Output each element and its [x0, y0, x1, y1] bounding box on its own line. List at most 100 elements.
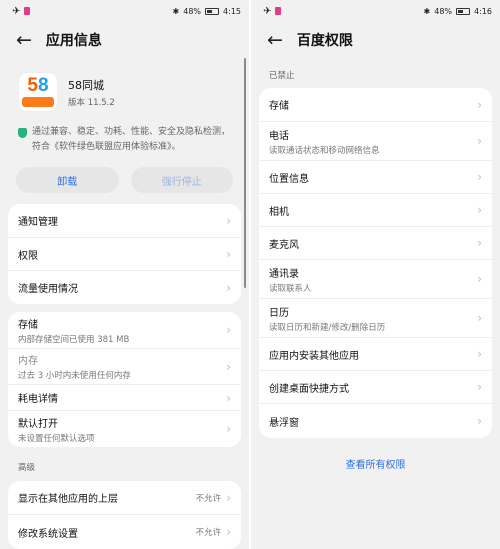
storage-row[interactable]: 存储 内部存储空间已使用 381 MB ›	[8, 312, 241, 349]
notification-settings-label: 通知管理	[18, 217, 58, 228]
memory-label: 内存	[18, 356, 38, 367]
back-arrow-icon[interactable]: ←	[16, 30, 32, 50]
permission-sub: 读取日历和新建/修改/删除日历	[269, 322, 386, 333]
airplane-icon: ✈	[263, 5, 272, 17]
permission-row-microphone[interactable]: 麦克风 ›	[259, 227, 492, 260]
usage-card: 存储 内部存储空间已使用 381 MB › 内存 过去 3 小时内未使用任何内存…	[8, 312, 241, 447]
modify-settings-row[interactable]: 修改系统设置 不允许 ›	[8, 515, 241, 549]
bluetooth-icon: ✱	[172, 6, 180, 16]
chevron-right-icon: ›	[226, 359, 231, 374]
permission-sub: 读取联系人	[269, 283, 312, 294]
scrollbar[interactable]	[244, 58, 246, 288]
page-title: 应用信息	[45, 33, 102, 49]
notification-settings-row[interactable]: 通知管理 ›	[8, 204, 241, 238]
certification-note: 通过兼容、稳定、功耗、性能、安全及隐私检测，符合《软件绿色联盟应用体验标准》。	[0, 112, 249, 155]
permissions-pane: ✈ ✱ 48% 4:16 ← 百度权限 已禁止 存储 › 电话 读取通话状态和移…	[251, 0, 500, 549]
memory-row[interactable]: 内存 过去 3 小时内未使用任何内存 ›	[8, 349, 241, 385]
back-arrow-icon[interactable]: ←	[267, 30, 283, 50]
overlay-permission-label: 显示在其他应用的上层	[18, 494, 118, 505]
permission-label: 相机	[269, 206, 289, 218]
title-bar: ← 应用信息	[0, 22, 249, 58]
chevron-right-icon: ›	[477, 380, 482, 394]
default-open-row[interactable]: 默认打开 未设置任何默认选项 ›	[8, 411, 241, 447]
battery-icon	[456, 7, 471, 15]
permission-row-shortcuts[interactable]: 创建桌面快捷方式 ›	[259, 371, 492, 404]
battery-percent: 48%	[434, 6, 453, 16]
permission-row-floating-window[interactable]: 悬浮窗 ›	[259, 404, 492, 438]
forbidden-section-label: 已禁止	[269, 71, 295, 81]
storage-sub: 内部存储空间已使用 381 MB	[18, 334, 130, 345]
permission-label: 存储	[269, 101, 289, 112]
chevron-right-icon: ›	[226, 390, 231, 405]
forbidden-permissions-card: 存储 › 电话 读取通话状态和移动网络信息 › 位置信息 › 相机 › 麦克风 …	[259, 88, 492, 438]
permission-row-storage[interactable]: 存储 ›	[259, 88, 492, 122]
advanced-section-label: 高级	[18, 463, 36, 473]
app-header: 58 58同城 版本 11.5.2	[0, 58, 249, 112]
chevron-right-icon: ›	[226, 280, 231, 295]
uninstall-button[interactable]: 卸载	[16, 167, 119, 193]
battery-percent: 48%	[183, 6, 202, 16]
permission-label: 应用内安装其他应用	[269, 350, 359, 362]
airplane-icon: ✈	[12, 5, 21, 17]
chevron-right-icon: ›	[226, 490, 231, 505]
battery-detail-row[interactable]: 耗电详情 ›	[8, 385, 241, 411]
permission-label: 麦克风	[269, 239, 299, 251]
chevron-right-icon: ›	[477, 134, 482, 148]
data-usage-label: 流量使用情况	[18, 284, 78, 295]
modify-settings-label: 修改系统设置	[18, 528, 78, 540]
certification-text: 通过兼容、稳定、功耗、性能、安全及隐私检测，符合《软件绿色联盟应用体验标准》。	[32, 127, 231, 152]
permission-sub: 读取通话状态和移动网络信息	[269, 145, 380, 156]
app-info-pane: ✈ ✱ 48% 4:15 ← 应用信息 58 58同城 版本 11.5.2 通过…	[0, 0, 249, 549]
modify-settings-value: 不允许	[195, 528, 222, 538]
app-name: 58同城	[68, 78, 104, 92]
memory-sub: 过去 3 小时内未使用任何内存	[18, 371, 131, 381]
permission-row-phone[interactable]: 电话 读取通话状态和移动网络信息 ›	[259, 122, 492, 161]
notification-icon	[275, 7, 282, 15]
permissions-label: 权限	[18, 250, 38, 262]
chevron-right-icon: ›	[477, 272, 482, 286]
permission-label: 创建桌面快捷方式	[269, 383, 349, 395]
force-stop-button[interactable]: 强行停止	[130, 167, 233, 193]
data-usage-row[interactable]: 流量使用情况 ›	[8, 271, 241, 304]
chevron-right-icon: ›	[477, 311, 482, 325]
overlay-permission-value: 不允许	[195, 493, 222, 504]
chevron-right-icon: ›	[226, 247, 231, 261]
chevron-right-icon: ›	[226, 525, 231, 539]
app-version: 版本 11.5.2	[68, 97, 115, 108]
permission-label: 位置信息	[269, 173, 309, 185]
chevron-right-icon: ›	[477, 203, 482, 217]
page-title: 百度权限	[296, 33, 353, 49]
default-open-label: 默认打开	[18, 418, 58, 430]
permission-row-contacts[interactable]: 通讯录 读取联系人 ›	[259, 260, 492, 299]
status-bar: ✈ ✱ 48% 4:16	[251, 0, 500, 22]
permission-label: 日历	[269, 307, 289, 319]
app-logo: 58	[18, 72, 58, 112]
overlay-permission-row[interactable]: 显示在其他应用的上层 不允许 ›	[8, 481, 241, 515]
bluetooth-icon: ✱	[423, 6, 431, 16]
chevron-right-icon: ›	[226, 323, 231, 337]
permission-row-calendar[interactable]: 日历 读取日历和新建/修改/删除日历 ›	[259, 299, 492, 338]
title-bar: ← 百度权限	[251, 22, 500, 58]
split-screen: ✈ ✱ 48% 4:15 ← 应用信息 58 58同城 版本 11.5.2 通过…	[0, 0, 500, 549]
default-open-sub: 未设置任何默认选项	[18, 433, 95, 444]
chevron-right-icon: ›	[477, 97, 482, 112]
app-settings-card: 通知管理 › 权限 › 流量使用情况 ›	[8, 204, 241, 304]
permission-row-location[interactable]: 位置信息 ›	[259, 161, 492, 194]
advanced-card: 显示在其他应用的上层 不允许 › 修改系统设置 不允许 ›	[8, 481, 241, 549]
storage-label: 存储	[18, 319, 38, 331]
permission-label: 电话	[269, 130, 289, 142]
action-buttons: 卸载 强行停止	[0, 155, 249, 193]
clock: 4:15	[223, 6, 241, 16]
permission-row-install-apps[interactable]: 应用内安装其他应用 ›	[259, 338, 492, 371]
chevron-right-icon: ›	[477, 170, 482, 184]
permissions-row[interactable]: 权限 ›	[8, 238, 241, 271]
notification-icon	[24, 7, 31, 15]
shield-check-icon	[18, 128, 27, 138]
permission-label: 悬浮窗	[269, 417, 299, 429]
permission-row-camera[interactable]: 相机 ›	[259, 194, 492, 227]
chevron-right-icon: ›	[477, 414, 482, 428]
view-all-permissions-link[interactable]: 查看所有权限	[251, 456, 500, 471]
chevron-right-icon: ›	[477, 236, 482, 250]
chevron-right-icon: ›	[477, 347, 482, 361]
status-bar: ✈ ✱ 48% 4:15	[0, 0, 249, 22]
